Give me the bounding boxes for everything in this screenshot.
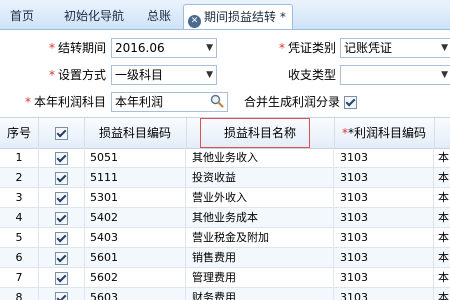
- close-icon[interactable]: ✕: [188, 15, 201, 28]
- checkbox[interactable]: [344, 96, 357, 109]
- profit-subject-label: * 本年利润科目: [24, 95, 106, 109]
- row-more: 本: [438, 191, 449, 204]
- chevron-down-icon: ▼: [441, 70, 448, 80]
- row-checkbox[interactable]: [54, 211, 68, 225]
- table-row[interactable]: 5 5403 营业税金及附加 3103 本: [0, 228, 450, 248]
- row-more: 本: [438, 251, 449, 264]
- row-checkbox-cell[interactable]: [38, 188, 85, 207]
- merge-label: 合并生成利润分录: [244, 95, 341, 109]
- row-pl-name: 销售费用: [186, 248, 334, 267]
- col-profit-code: **利润科目编码: [334, 118, 435, 148]
- search-icon[interactable]: [210, 94, 224, 108]
- select-all-checkbox[interactable]: [54, 127, 68, 140]
- row-checkbox[interactable]: [54, 171, 68, 185]
- table-row[interactable]: 4 5402 其他业务成本 3103 本: [0, 208, 450, 228]
- merge-checkbox[interactable]: [344, 95, 357, 109]
- chevron-down-icon: ▼: [441, 43, 448, 53]
- row-profit-code[interactable]: 3103: [334, 228, 434, 247]
- tab-label: 期间损益结转 *: [204, 10, 286, 24]
- row-profit-code[interactable]: 3103: [334, 208, 434, 227]
- tab-home[interactable]: 首页: [8, 4, 36, 28]
- table-row[interactable]: 2 5111 投资收益 3103 本: [0, 168, 450, 188]
- table-row[interactable]: 1 5051 其他业务收入 3103 本: [0, 148, 450, 168]
- row-checkbox[interactable]: [54, 271, 68, 285]
- row-seq: 2: [0, 168, 39, 187]
- profit-subject-input[interactable]: 本年利润: [111, 92, 228, 112]
- voucher-type-select[interactable]: 记账凭证 ▼: [340, 38, 450, 58]
- row-checkbox[interactable]: [54, 291, 68, 300]
- chevron-down-icon: ▼: [206, 70, 213, 80]
- row-pl-name: 其他业务收入: [186, 148, 334, 167]
- row-seq: 1: [0, 148, 39, 167]
- row-seq: 6: [0, 248, 39, 267]
- row-checkbox-cell[interactable]: [38, 248, 85, 267]
- row-checkbox-cell[interactable]: [38, 288, 85, 300]
- row-pl-code: 5601: [84, 248, 186, 267]
- row-more: 本: [438, 231, 449, 244]
- income-type-label: 收支类型: [287, 68, 336, 82]
- row-profit-code[interactable]: 3103: [334, 168, 434, 187]
- row-checkbox-cell[interactable]: [38, 208, 85, 227]
- income-type-select[interactable]: ▼: [340, 65, 450, 85]
- col-select-all[interactable]: [38, 118, 85, 148]
- row-checkbox[interactable]: [54, 191, 68, 205]
- tab-general-ledger[interactable]: 总账: [145, 4, 173, 28]
- row-checkbox-cell[interactable]: [38, 168, 85, 187]
- row-checkbox[interactable]: [54, 231, 68, 245]
- col-seq: 序号: [0, 118, 39, 148]
- filter-form: * 结转期间 2016.06 ▼ * 凭证类别 记账凭证 ▼ * 设置方式 一级科目 ▼ 收…: [0, 30, 450, 116]
- row-profit-code[interactable]: 3103: [334, 188, 434, 207]
- row-pl-code: 5602: [84, 268, 186, 287]
- row-pl-code: 5603: [84, 288, 186, 300]
- row-seq: 8: [0, 288, 39, 300]
- tab-period-pl-transfer[interactable]: ✕ 期间损益结转 *: [183, 4, 293, 29]
- row-profit-code[interactable]: 3103: [334, 268, 434, 287]
- row-pl-name: 财务费用: [186, 288, 334, 300]
- row-more: 本: [438, 211, 449, 224]
- row-seq: 5: [0, 228, 39, 247]
- voucher-type-label: * 凭证类别: [278, 41, 336, 55]
- col-more: [434, 118, 450, 148]
- table-row[interactable]: 7 5602 管理费用 3103 本: [0, 268, 450, 288]
- row-checkbox[interactable]: [54, 251, 68, 265]
- row-pl-code: 5111: [84, 168, 186, 187]
- tab-init-nav[interactable]: 初始化导航: [62, 4, 126, 28]
- row-more: 本: [438, 151, 449, 164]
- table-row[interactable]: 8 5603 财务费用 3103 本: [0, 288, 450, 300]
- row-pl-code: 5403: [84, 228, 186, 247]
- row-pl-name: 管理费用: [186, 268, 334, 287]
- row-pl-name: 其他业务成本: [186, 208, 334, 227]
- row-seq: 3: [0, 188, 39, 207]
- col-pl-code: 损益科目编码: [84, 118, 187, 148]
- row-profit-code[interactable]: 3103: [334, 148, 434, 167]
- row-more: 本: [438, 291, 449, 300]
- row-seq: 4: [0, 208, 39, 227]
- period-label: * 结转期间: [48, 41, 106, 55]
- chevron-down-icon: ▼: [206, 43, 213, 53]
- row-pl-code: 5402: [84, 208, 186, 227]
- row-pl-name: 营业外收入: [186, 188, 334, 207]
- row-profit-code[interactable]: 3103: [334, 288, 434, 300]
- row-checkbox[interactable]: [54, 151, 68, 165]
- row-seq: 7: [0, 268, 39, 287]
- setup-mode-label: * 设置方式: [48, 68, 106, 82]
- row-checkbox-cell[interactable]: [38, 228, 85, 247]
- highlight-box: [200, 118, 310, 148]
- row-pl-name: 营业税金及附加: [186, 228, 334, 247]
- period-select[interactable]: 2016.06 ▼: [111, 38, 217, 58]
- row-pl-code: 5301: [84, 188, 186, 207]
- row-profit-code[interactable]: 3103: [334, 248, 434, 267]
- row-checkbox-cell[interactable]: [38, 148, 85, 167]
- row-more: 本: [438, 171, 449, 184]
- tab-bar: 首页 初始化导航 总账 ✕ 期间损益结转 *: [0, 0, 450, 30]
- row-checkbox-cell[interactable]: [38, 268, 85, 287]
- table-row[interactable]: 6 5601 销售费用 3103 本: [0, 248, 450, 268]
- row-pl-code: 5051: [84, 148, 186, 167]
- table-row[interactable]: 3 5301 营业外收入 3103 本: [0, 188, 450, 208]
- row-pl-name: 投资收益: [186, 168, 334, 187]
- row-more: 本: [438, 271, 449, 284]
- setup-mode-select[interactable]: 一级科目 ▼: [111, 65, 217, 85]
